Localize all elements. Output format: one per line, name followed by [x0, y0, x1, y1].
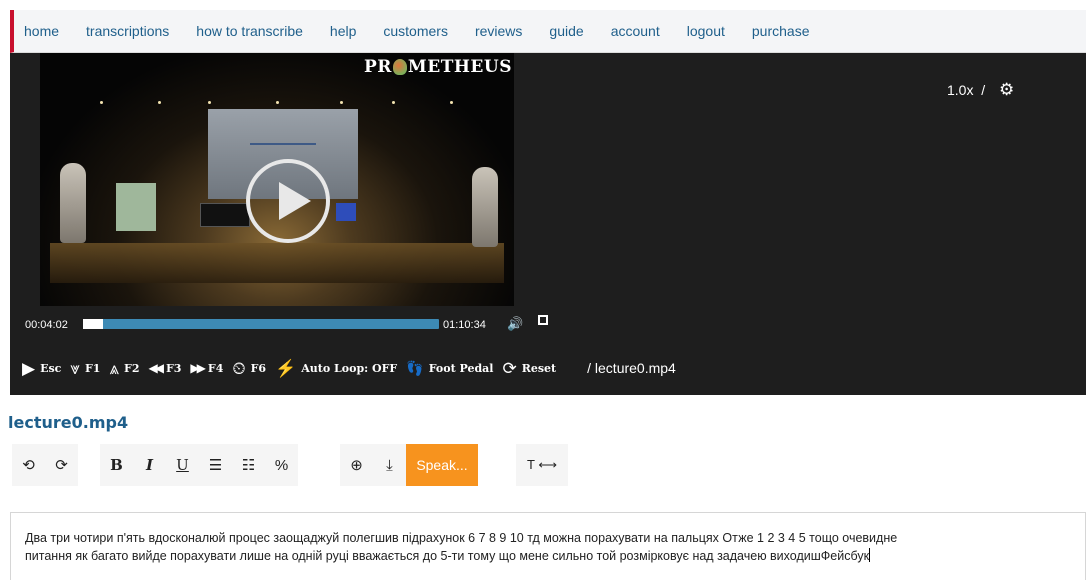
- nav-purchase[interactable]: purchase: [752, 23, 810, 39]
- play-icon: ▶: [22, 358, 36, 378]
- current-time: 00:04:02: [25, 319, 68, 331]
- format-group: B I U ☰ ☷ %: [100, 444, 298, 486]
- nav-help[interactable]: help: [330, 23, 356, 39]
- play-esc-button[interactable]: ▶ Esc: [22, 360, 61, 377]
- play-button[interactable]: [246, 159, 330, 243]
- statue-right: [472, 167, 498, 247]
- history-group: ⟲ ⟳: [12, 444, 78, 486]
- zoom-in-icon[interactable]: ⊕: [340, 444, 373, 486]
- logo-text-end: METHEUS: [407, 57, 512, 77]
- top-nav: home transcriptions how to transcribe he…: [10, 10, 1086, 53]
- lightbulb-icon: [392, 59, 407, 75]
- control-bar: ▶ Esc ⩔ F1 ⩓ F2 ◀◀ F3 ▶▶ F4 ⏲ F6 ⚡ Auto …: [22, 353, 676, 383]
- transcript-line-2-text: питання як багато вийде порахувати лише …: [25, 549, 870, 563]
- link-icon[interactable]: %: [265, 444, 298, 486]
- playback-rate-area: 1.0x / ⚙: [947, 80, 1014, 100]
- control-label: F4: [207, 361, 224, 375]
- tools-group: ⊕ ⤓ Speak...: [340, 444, 478, 486]
- control-label: F2: [124, 361, 140, 375]
- download-icon[interactable]: ⤓: [373, 444, 406, 486]
- foot-icon: 👣: [406, 359, 424, 376]
- file-title: lecture0.mp4: [8, 413, 129, 432]
- lightning-icon: ⚡: [275, 358, 297, 378]
- stage-lights: [40, 101, 514, 105]
- foot-pedal-button[interactable]: 👣 Foot Pedal: [406, 360, 493, 377]
- progress-bar[interactable]: [83, 319, 439, 329]
- underline-button[interactable]: U: [166, 444, 199, 486]
- nav-how-to-transcribe[interactable]: how to transcribe: [196, 23, 303, 39]
- total-time: 01:10:34: [443, 319, 486, 331]
- nav-account[interactable]: account: [611, 23, 660, 39]
- text-caret: [869, 548, 871, 562]
- rewind-f1-button[interactable]: ⩔ F1: [70, 360, 100, 377]
- video-frame[interactable]: PR METHEUS: [40, 53, 514, 306]
- control-label: Auto Loop: OFF: [301, 361, 398, 375]
- fast-forward-f4-button[interactable]: ▶▶ F4: [190, 360, 223, 377]
- text-width-group: T ⟷: [516, 444, 568, 486]
- reset-icon: ⟳: [502, 358, 517, 378]
- logo-text-start: PR: [364, 57, 392, 77]
- auto-loop-toggle[interactable]: ⚡ Auto Loop: OFF: [275, 360, 397, 377]
- nav-transcriptions[interactable]: transcriptions: [86, 23, 169, 39]
- fullscreen-icon[interactable]: [538, 315, 548, 325]
- video-player: PR METHEUS 1.0x / ⚙ 00:04:02 01:10:34 🔊 …: [10, 53, 1086, 395]
- bullet-list-icon[interactable]: ☰: [199, 444, 232, 486]
- bold-button[interactable]: B: [100, 444, 133, 486]
- timer-f6-button[interactable]: ⏲ F6: [232, 360, 266, 377]
- nav-guide[interactable]: guide: [549, 23, 583, 39]
- control-label: Reset: [521, 361, 557, 375]
- gear-icon[interactable]: ⚙: [999, 80, 1014, 99]
- fast-forward-icon: ▶▶: [190, 360, 206, 375]
- prometheus-logo: PR METHEUS: [364, 57, 512, 77]
- green-panel: [116, 183, 156, 231]
- italic-button[interactable]: I: [133, 444, 166, 486]
- forward-chevrons-icon: ⩓: [109, 358, 120, 378]
- lectern-monitor: [200, 203, 250, 227]
- transcript-line-1: Два три чотири п'ять вдосконалюй процес …: [25, 531, 898, 545]
- nav-reviews[interactable]: reviews: [475, 23, 522, 39]
- control-label: F1: [84, 361, 101, 375]
- blue-monitor: [336, 203, 356, 221]
- nav-home[interactable]: home: [24, 23, 59, 39]
- progress-fill: [83, 319, 104, 329]
- back-f3-button[interactable]: ◀◀ F3: [148, 360, 181, 377]
- nav-logout[interactable]: logout: [687, 23, 725, 39]
- statue-left: [60, 163, 86, 243]
- reset-button[interactable]: ⟳ Reset: [502, 360, 556, 377]
- back-icon: ◀◀: [148, 360, 164, 375]
- rewind-chevrons-icon: ⩔: [70, 358, 80, 378]
- nav-customers[interactable]: customers: [383, 23, 448, 39]
- undo-icon[interactable]: ⟲: [12, 444, 45, 486]
- redo-icon[interactable]: ⟳: [45, 444, 78, 486]
- numbered-list-icon[interactable]: ☷: [232, 444, 265, 486]
- stage-floor: [50, 243, 504, 283]
- forward-f2-button[interactable]: ⩓ F2: [109, 360, 139, 377]
- control-label: Foot Pedal: [428, 361, 494, 375]
- volume-icon[interactable]: 🔊: [507, 316, 523, 332]
- rate-separator: /: [981, 82, 986, 98]
- timer-icon: ⏲: [232, 358, 246, 378]
- transcript-line-2: питання як багато вийде порахувати лише …: [25, 547, 1069, 565]
- file-path: / lecture0.mp4: [587, 360, 676, 376]
- speak-button[interactable]: Speak...: [406, 444, 478, 486]
- playback-rate[interactable]: 1.0x: [947, 82, 973, 98]
- control-label: Esc: [40, 361, 62, 375]
- control-label: F3: [165, 361, 182, 375]
- transcript-editor[interactable]: Два три чотири п'ять вдосконалюй процес …: [10, 512, 1086, 580]
- control-label: F6: [250, 361, 267, 375]
- text-width-button[interactable]: T ⟷: [516, 444, 568, 486]
